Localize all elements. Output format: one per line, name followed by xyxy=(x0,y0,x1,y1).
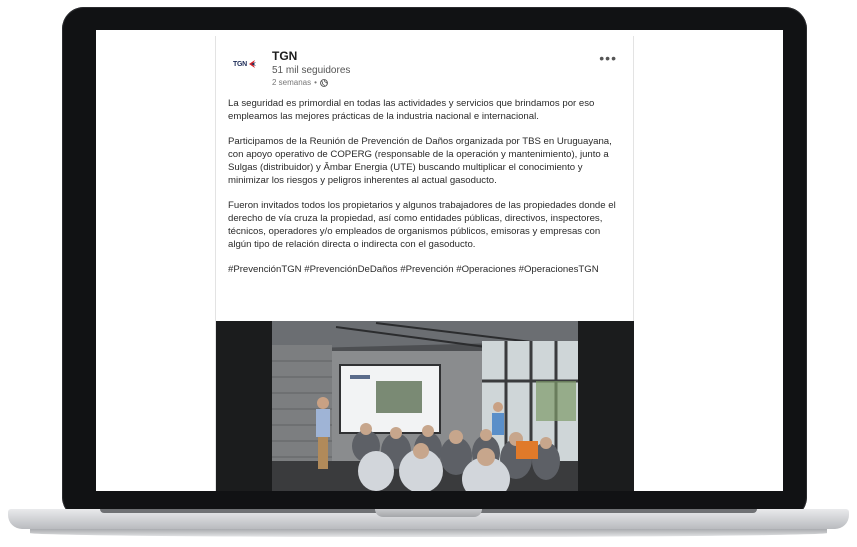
company-name[interactable]: TGN xyxy=(272,49,297,63)
post-header: TGN TGN 51 mil seguidores 2 semanas • ••… xyxy=(216,36,633,96)
post-paragraph: La seguridad es primordial en todas las … xyxy=(228,98,595,122)
post-hashtags[interactable]: #PrevenciónTGN #PrevenciónDeDaños #Preve… xyxy=(228,264,624,277)
meeting-room-photo xyxy=(216,321,634,491)
post-body: La seguridad es primordial en todas las … xyxy=(228,98,624,277)
followers-count: 51 mil seguidores xyxy=(272,65,351,76)
laptop-shadow xyxy=(30,529,827,537)
laptop-screen: TGN TGN 51 mil seguidores 2 semanas • ••… xyxy=(96,30,783,491)
logo-wordmark: TGN xyxy=(233,60,247,68)
laptop-notch xyxy=(375,509,482,517)
post-paragraph: Participamos de la Reunión de Prevención… xyxy=(228,136,612,186)
more-options-button[interactable]: ••• xyxy=(599,50,617,66)
linkedin-post: TGN TGN 51 mil seguidores 2 semanas • ••… xyxy=(215,36,634,491)
post-time: 2 semanas xyxy=(272,78,312,87)
post-meta: 2 semanas • xyxy=(272,78,328,87)
post-photo[interactable] xyxy=(216,321,634,491)
separator-dot: • xyxy=(314,78,317,87)
post-paragraph: Fueron invitados todos los propietarios … xyxy=(228,200,616,250)
company-logo[interactable]: TGN xyxy=(230,53,260,75)
tgn-mark-icon xyxy=(248,60,256,68)
globe-icon xyxy=(320,78,328,87)
